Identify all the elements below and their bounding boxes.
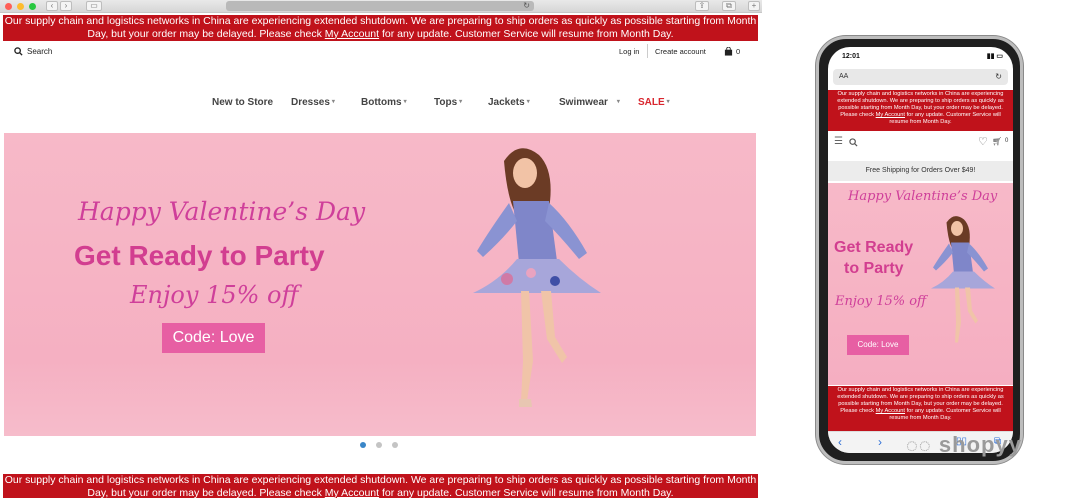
wechat-icon: ◌◌	[906, 435, 932, 457]
nav-swimwear[interactable]: Swimwear ▾	[559, 97, 620, 108]
phone-hero-offer: Enjoy 15% off	[835, 294, 927, 309]
my-account-link[interactable]: My Account	[325, 487, 379, 498]
nav-bottoms[interactable]: Bottoms ▾	[361, 97, 407, 108]
search-icon	[14, 47, 23, 56]
model-photo	[473, 148, 601, 407]
reload-icon[interactable]: ↻	[523, 1, 530, 11]
phone-headline-line1: Get Ready	[834, 239, 914, 256]
phone-site-header: ☰ ♡ 🛒︎ 0	[828, 133, 1013, 151]
phone-hero-slide[interactable]: Happy Valentine’s Day Get Ready to Party…	[828, 183, 1013, 385]
phone-address-bar[interactable]: AA ↻	[833, 69, 1008, 85]
nav-jackets[interactable]: Jackets ▾	[488, 97, 530, 108]
chevron-down-icon: ▾	[526, 99, 530, 105]
nav-sale[interactable]: SALE ▾	[638, 97, 670, 108]
cart-icon[interactable]: 🛒︎	[992, 137, 1002, 146]
banner-text-end: for any update. Customer Service will re…	[379, 486, 674, 498]
search-button[interactable]: Search	[14, 47, 52, 56]
phone-headline-line2: to Party	[844, 260, 904, 277]
shutdown-notice-banner: Our supply chain and logistics networks …	[3, 15, 758, 41]
address-bar[interactable]: ↻	[226, 1, 534, 11]
my-account-link[interactable]: My Account	[325, 28, 379, 40]
nav-label: New to Store	[212, 97, 274, 108]
heart-icon[interactable]: ♡	[978, 135, 988, 148]
phone-hero-valentine-title: Happy Valentine’s Day	[848, 189, 998, 204]
nav-dresses[interactable]: Dresses ▾	[291, 97, 335, 108]
back-arrow-icon[interactable]: ‹	[838, 435, 842, 449]
cart-count: 0	[736, 47, 741, 56]
sidebar-toggle-icon[interactable]: ▭	[86, 1, 102, 11]
search-icon[interactable]	[849, 138, 858, 147]
zoom-window-dot[interactable]	[29, 3, 36, 10]
forward-arrow-icon[interactable]: ›	[878, 435, 882, 449]
status-time: 12:01	[842, 53, 860, 60]
back-arrow-icon[interactable]: ‹	[46, 1, 58, 11]
nav-new-to-store[interactable]: New to Store	[212, 97, 273, 108]
chevron-down-icon: ▾	[666, 99, 670, 105]
tabs-icon[interactable]: ⧉	[722, 1, 736, 11]
minimize-window-dot[interactable]	[17, 3, 24, 10]
nav-label: Dresses	[291, 97, 330, 108]
shutdown-notice-banner-bottom: Our supply chain and logistics networks …	[3, 474, 758, 498]
hero-valentine-title: Happy Valentine’s Day	[78, 197, 366, 226]
phone-promo-code-button[interactable]: Code: Love	[847, 335, 909, 355]
phone-mockup: 12:01 ▮▮ ▭ AA ↻ Our supply chain and log…	[816, 36, 1023, 464]
hero-slide[interactable]: Happy Valentine’s Day Get Ready to Party…	[4, 133, 756, 436]
free-shipping-bar: Free Shipping for Orders Over $49!	[828, 161, 1013, 181]
desktop-browser-window: ‹ › ▭ ↻ ⇪ ⧉ + Our supply chain and logis…	[0, 0, 762, 498]
chevron-down-icon: ▾	[403, 99, 407, 105]
banner-text-end: for any update. Customer Service will re…	[379, 27, 674, 40]
banner-text-end: for any update. Customer Service will re…	[889, 112, 1001, 125]
phone-shutdown-banner-bottom: Our supply chain and logistics networks …	[828, 386, 1013, 431]
search-label: Search	[27, 47, 53, 56]
shopping-bag-icon	[724, 47, 733, 56]
nav-label: Tops	[434, 97, 458, 108]
banner-text-end: for any update. Customer Service will re…	[889, 408, 1001, 421]
nav-label: Swimwear	[559, 97, 608, 108]
cart-button[interactable]: 0	[724, 47, 740, 56]
phone-hero-headline: Get Ready to Party	[834, 237, 913, 279]
nav-label: Jackets	[488, 97, 525, 108]
model-photo	[931, 216, 995, 343]
promo-code-button[interactable]: Code: Love	[162, 323, 265, 353]
forward-arrow-icon[interactable]: ›	[60, 1, 72, 11]
my-account-link[interactable]: My Account	[876, 408, 905, 414]
reload-icon[interactable]: ↻	[995, 69, 1002, 85]
phone-shutdown-banner: Our supply chain and logistics networks …	[828, 90, 1013, 131]
carousel-dot-2[interactable]	[376, 442, 382, 448]
shopyy-watermark: ◌◌ shopyy	[906, 432, 1022, 458]
nav-tops[interactable]: Tops ▾	[434, 97, 462, 108]
watermark-text: shopyy	[938, 432, 1022, 457]
chevron-down-icon: ▾	[616, 99, 620, 105]
new-tab-icon[interactable]: +	[748, 1, 760, 11]
battery-icon: ▮▮ ▭	[986, 53, 1003, 60]
chevron-down-icon: ▾	[459, 99, 463, 105]
reader-mode-text: AA	[839, 73, 849, 80]
hero-offer-text: Enjoy 15% off	[130, 281, 299, 309]
carousel-dot-3[interactable]	[392, 442, 398, 448]
nav-label: SALE	[638, 97, 665, 108]
nav-label: Bottoms	[361, 97, 402, 108]
phone-screen: 12:01 ▮▮ ▭ AA ↻ Our supply chain and log…	[828, 47, 1013, 453]
hero-headline: Get Ready to Party	[74, 240, 325, 271]
create-account-link[interactable]: Create account	[655, 47, 706, 56]
my-account-link[interactable]: My Account	[876, 112, 905, 118]
status-bar: 12:01 ▮▮ ▭	[828, 47, 1013, 67]
phone-cart-count: 0	[1005, 138, 1009, 144]
login-link[interactable]: Log in	[619, 47, 639, 56]
chevron-down-icon: ▾	[331, 99, 335, 105]
share-icon[interactable]: ⇪	[695, 1, 709, 11]
close-window-dot[interactable]	[5, 3, 12, 10]
browser-toolbar: ‹ › ▭ ↻ ⇪ ⧉ +	[0, 0, 762, 13]
carousel-dot-1[interactable]	[360, 442, 366, 448]
header-divider	[647, 44, 648, 58]
menu-icon[interactable]: ☰	[834, 136, 843, 147]
